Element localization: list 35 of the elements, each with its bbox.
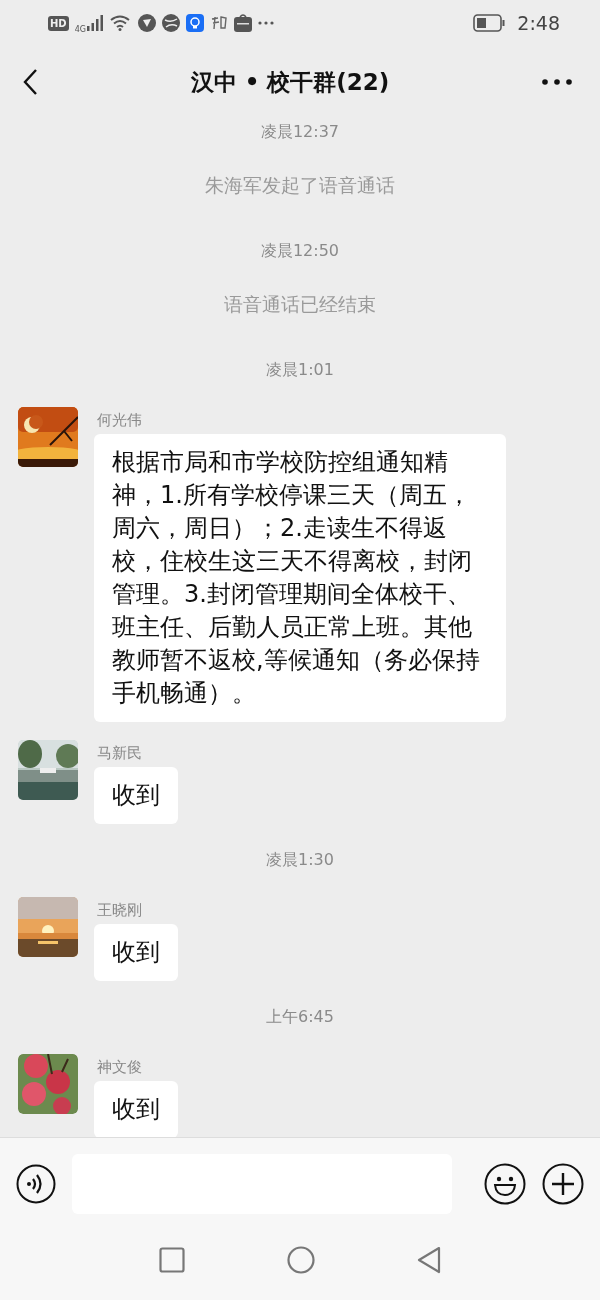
message-bubble[interactable]: 根据市局和市学校防控组通知精神，1.所有学校停课三天（周五，周六，周日）；2.走读生不得返校，住校生这三天不得离校，封闭管理。3.封闭管理期间全体校干、班主任、后勤人员正常上班。其他教师暂不返校,等候通知（务必保持手机畅通）。 — [94, 434, 506, 722]
shopping-bag-icon — [233, 14, 252, 32]
app-icon — [209, 15, 228, 31]
timestamp: 凌晨1:01 — [265, 359, 335, 381]
network-type: 4G — [74, 24, 86, 34]
more-icon[interactable] — [542, 79, 572, 85]
timestamp: 凌晨12:37 — [259, 121, 341, 143]
system-message: 语音通话已经结束 — [223, 292, 377, 317]
message-bubble[interactable]: 收到 — [94, 1081, 178, 1137]
plus-icon[interactable] — [542, 1163, 584, 1205]
emoji-icon[interactable] — [484, 1163, 526, 1205]
message-bubble[interactable]: 收到 — [94, 767, 178, 824]
battery-icon — [473, 14, 506, 32]
clock-time: 2:48 — [517, 12, 560, 34]
wifi-icon — [109, 15, 132, 31]
system-message: 朱海军发起了语音通话 — [204, 173, 396, 198]
timestamp: 凌晨12:50 — [259, 240, 341, 262]
sender-name: 马新民 — [96, 744, 143, 763]
hd-badge: HD — [48, 15, 69, 31]
signal-icon — [85, 15, 104, 31]
sender-name: 何光伟 — [96, 411, 143, 430]
chat-title: 汉中 • 校干群(22) — [190, 67, 390, 97]
home-icon[interactable] — [287, 1246, 315, 1274]
more-icon — [257, 21, 274, 25]
sender-name: 神文俊 — [96, 1058, 143, 1077]
back-icon[interactable] — [22, 68, 38, 96]
recent-apps-icon[interactable] — [159, 1247, 185, 1273]
bulb-icon — [185, 14, 204, 32]
timestamp: 上午6:45 — [265, 1006, 335, 1028]
timestamp: 凌晨1:30 — [265, 849, 335, 871]
voice-icon[interactable] — [16, 1164, 56, 1204]
message-bubble[interactable]: 收到 — [94, 924, 178, 981]
globe-icon — [161, 14, 180, 32]
sender-name: 王晓刚 — [96, 901, 143, 920]
app-icon — [137, 14, 156, 32]
